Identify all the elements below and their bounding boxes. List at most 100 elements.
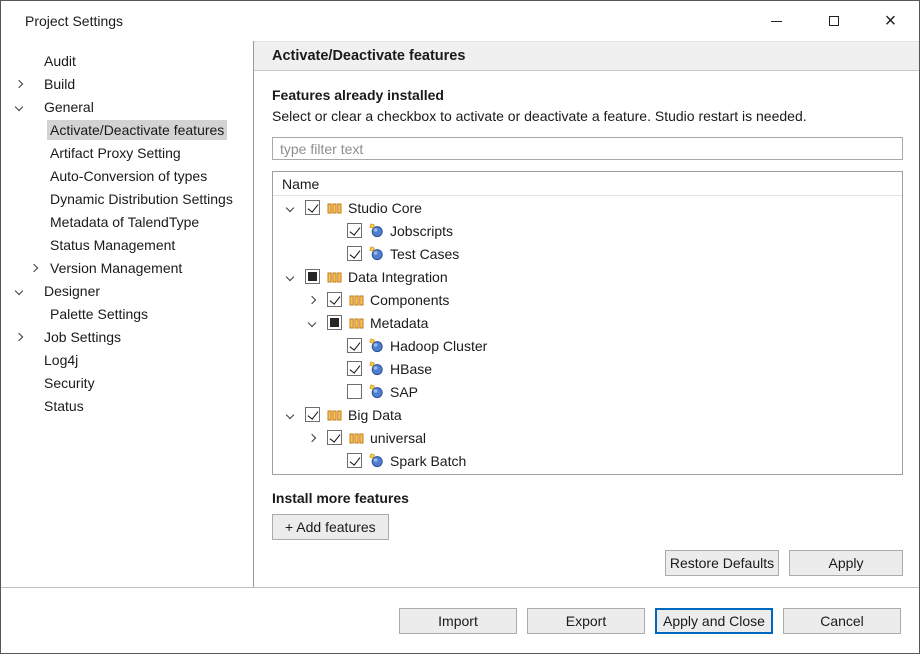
tree-row-label: Studio Core <box>348 200 422 216</box>
tree-row-components[interactable]: Components <box>273 288 902 311</box>
checkbox[interactable] <box>347 223 362 238</box>
tree-row-label: Metadata <box>370 315 428 331</box>
chevron-slot <box>287 205 305 211</box>
cancel-button[interactable]: Cancel <box>783 608 901 634</box>
export-button[interactable]: Export <box>527 608 645 634</box>
sidebar-item-label: Version Management <box>47 258 185 278</box>
sidebar-item-label: General <box>41 97 97 117</box>
panel-actions: Restore Defaults Apply <box>665 550 903 576</box>
sidebar-item-label: Designer <box>41 281 103 301</box>
sidebar-item-metadata-of-talendtype[interactable]: Metadata of TalendType <box>1 211 253 234</box>
sidebar-item-general[interactable]: General <box>1 96 253 119</box>
sidebar-item-label: Palette Settings <box>47 304 151 324</box>
restore-defaults-button[interactable]: Restore Defaults <box>665 550 779 576</box>
tree-row-test-cases[interactable]: Test Cases <box>273 242 902 265</box>
sidebar-item-label: Build <box>41 74 78 94</box>
chevron-down-icon[interactable] <box>286 203 294 211</box>
maximize-icon <box>829 16 839 26</box>
installed-section-description: Select or clear a checkbox to activate o… <box>272 108 903 124</box>
tree-row-label: Jobscripts <box>390 223 453 239</box>
tree-row-studio-core[interactable]: Studio Core <box>273 196 902 219</box>
sidebar-item-label: Log4j <box>41 350 81 370</box>
settings-content: Activate/Deactivate features Features al… <box>254 41 919 587</box>
dialog-footer: Import Export Apply and Close Cancel <box>1 587 919 653</box>
import-button[interactable]: Import <box>399 608 517 634</box>
sidebar-item-label: Status Management <box>47 235 178 255</box>
checkbox[interactable] <box>305 200 320 215</box>
sidebar-item-label: Activate/Deactivate features <box>47 120 227 140</box>
chevron-down-icon[interactable] <box>308 318 316 326</box>
tree-row-jobscripts[interactable]: Jobscripts <box>273 219 902 242</box>
chevron-slot <box>309 435 327 441</box>
sidebar-item-palette-settings[interactable]: Palette Settings <box>1 303 253 326</box>
checkbox[interactable] <box>305 407 320 422</box>
tree-column-header: Name <box>273 172 902 196</box>
checkbox[interactable] <box>347 361 362 376</box>
tree-row-label: Spark Batch <box>390 453 466 469</box>
maximize-button[interactable] <box>805 1 862 41</box>
sidebar-item-label: Dynamic Distribution Settings <box>47 189 236 209</box>
sidebar-item-dynamic-distribution-settings[interactable]: Dynamic Distribution Settings <box>1 188 253 211</box>
feature-icon <box>369 246 384 261</box>
checkbox[interactable] <box>305 269 320 284</box>
checkbox[interactable] <box>347 384 362 399</box>
chevron-right-icon[interactable] <box>308 433 316 441</box>
tree-row-hbase[interactable]: HBase <box>273 357 902 380</box>
chevron-slot <box>309 297 327 303</box>
feature-icon <box>369 361 384 376</box>
minimize-button[interactable] <box>748 1 805 41</box>
tree-row-universal[interactable]: universal <box>273 426 902 449</box>
checkbox[interactable] <box>327 292 342 307</box>
tree-row-label: Components <box>370 292 449 308</box>
chevron-down-icon[interactable] <box>286 410 294 418</box>
sidebar-item-label: Auto-Conversion of types <box>47 166 210 186</box>
sidebar-item-artifact-proxy-setting[interactable]: Artifact Proxy Setting <box>1 142 253 165</box>
chevron-down-icon[interactable] <box>286 272 294 280</box>
tree-row-label: universal <box>370 430 426 446</box>
window-controls: × <box>748 1 919 41</box>
apply-and-close-button[interactable]: Apply and Close <box>655 608 773 634</box>
category-icon <box>349 293 364 307</box>
tree-row-label: SAP <box>390 384 418 400</box>
checkbox[interactable] <box>347 338 362 353</box>
tree-row-data-integration[interactable]: Data Integration <box>273 265 902 288</box>
chevron-down-icon[interactable] <box>15 103 23 111</box>
chevron-down-icon[interactable] <box>15 287 23 295</box>
sidebar-item-audit[interactable]: Audit <box>1 50 253 73</box>
chevron-right-icon[interactable] <box>15 333 23 341</box>
close-icon: × <box>885 11 897 31</box>
sidebar-item-security[interactable]: Security <box>1 372 253 395</box>
features-tree: Name Studio Core Jobscripts Test Cases <box>272 171 903 475</box>
sidebar-item-status-management[interactable]: Status Management <box>1 234 253 257</box>
tree-row-hadoop-cluster[interactable]: Hadoop Cluster <box>273 334 902 357</box>
sidebar-item-label: Job Settings <box>41 327 124 347</box>
filter-input[interactable] <box>272 137 903 160</box>
add-features-button[interactable]: + Add features <box>272 514 389 540</box>
tree-row-sap[interactable]: SAP <box>273 380 902 403</box>
tree-row-metadata[interactable]: Metadata <box>273 311 902 334</box>
sidebar-item-log4j[interactable]: Log4j <box>1 349 253 372</box>
sidebar-item-designer[interactable]: Designer <box>1 280 253 303</box>
checkbox[interactable] <box>327 315 342 330</box>
checkbox[interactable] <box>347 453 362 468</box>
close-button[interactable]: × <box>862 1 919 41</box>
chevron-right-icon[interactable] <box>15 80 23 88</box>
category-icon <box>349 316 364 330</box>
sidebar-item-activate-deactivate-features[interactable]: Activate/Deactivate features <box>1 119 253 142</box>
chevron-right-icon[interactable] <box>30 264 38 272</box>
sidebar-item-build[interactable]: Build <box>1 73 253 96</box>
tree-row-label: Big Data <box>348 407 402 423</box>
sidebar-item-auto-conversion-of-types[interactable]: Auto-Conversion of types <box>1 165 253 188</box>
sidebar-item-version-management[interactable]: Version Management <box>1 257 253 280</box>
apply-button[interactable]: Apply <box>789 550 903 576</box>
chevron-right-icon[interactable] <box>308 295 316 303</box>
tree-row-spark-batch[interactable]: Spark Batch <box>273 449 902 472</box>
checkbox[interactable] <box>327 430 342 445</box>
sidebar-item-status[interactable]: Status <box>1 395 253 418</box>
tree-row-big-data[interactable]: Big Data <box>273 403 902 426</box>
window-title: Project Settings <box>1 13 123 29</box>
sidebar-item-label: Status <box>41 396 87 416</box>
sidebar-item-job-settings[interactable]: Job Settings <box>1 326 253 349</box>
checkbox[interactable] <box>347 246 362 261</box>
category-icon <box>327 408 342 422</box>
